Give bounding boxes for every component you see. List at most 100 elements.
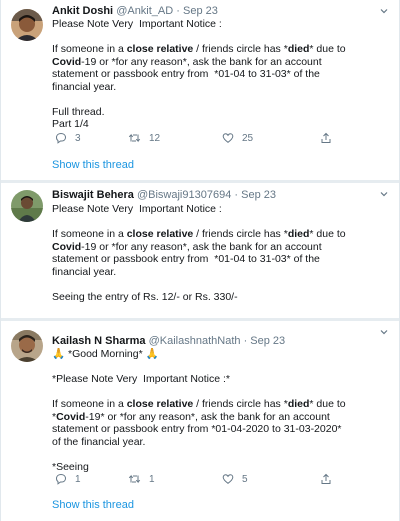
reply-count: 3 [75,132,81,144]
text-segment: -19 or *for any reason*, ask the bank fo… [81,55,322,68]
text-line: statement or passbook entry from *01-04 … [52,253,320,265]
text-line: *Covid-19* or *for any reason*, ask the … [52,411,391,424]
tweet-actions: 3 12 25 [55,131,359,145]
text-line: 🙏 *Good Morning* 🙏 [52,348,159,360]
share-icon [321,473,331,484]
retweet-button[interactable]: 1 [128,472,155,486]
bold-text: Covid [52,55,82,68]
text-line: Please Note Very Important Notice : [52,18,222,30]
reply-icon [55,473,67,485]
bold-text: Covid [52,240,82,253]
text-line: Covid-19 or *for any reason*, ask the ba… [52,56,391,69]
text-line: If someone in a close relative / friends… [52,228,391,241]
retweet-icon [128,474,141,484]
text-line: Covid-19 or *for any reason*, ask the ba… [52,241,391,254]
tweet-text: Please Note Very Important Notice : If so… [52,203,391,303]
timeline: Ankit Doshi @Ankit_AD · Sep 23 Please No… [1,0,399,521]
tweet-header: Kailash N Sharma @KailashnathNath · Sep … [52,335,373,348]
tweet-date[interactable]: Sep 23 [241,189,276,201]
bold-text: close relative [126,398,194,410]
text-segment: If someone in a [52,228,127,240]
bold-text: close relative [126,228,194,240]
tweet-text: 🙏 *Good Morning* 🙏 *Please Note Very Impo… [52,348,391,473]
text-segment: * due to [309,398,346,410]
text-line: If someone in a close relative / friends… [52,43,391,56]
reply-count: 1 [75,473,81,485]
tweet-header: Ankit Doshi @Ankit_AD · Sep 23 [52,5,373,18]
bold-text: Covid [56,410,86,423]
tweet-date[interactable]: Sep 23 [250,335,285,347]
separator-dot: · [234,189,239,201]
author-handle[interactable]: @Ankit_AD [116,5,173,17]
share-button[interactable] [320,131,332,145]
tweet-actions: 1 1 5 [55,472,359,486]
heart-icon [222,133,234,143]
show-thread-link[interactable]: Show this thread [52,159,134,171]
heart-icon [222,474,234,484]
avatar[interactable] [11,9,43,41]
text-line: Please Note Very Important Notice : [52,203,222,215]
avatar[interactable] [11,330,43,362]
author-name[interactable]: Kailash N Sharma [52,335,146,347]
text-segment: / friends circle has * [193,43,288,55]
text-segment: If someone in a [52,398,127,410]
like-count: 25 [242,132,254,144]
text-line: statement or passbook entry from *01-04 … [52,68,320,80]
tweet-text: Please Note Very Important Notice : If so… [52,18,391,131]
text-line: If someone in a close relative / friends… [52,398,391,411]
author-name[interactable]: Biswajit Behera [52,189,134,201]
reply-button[interactable]: 3 [55,131,81,145]
tweet-date[interactable]: Sep 23 [183,5,218,17]
tweet[interactable]: Biswajit Behera @Biswaji91307694 · Sep 2… [1,183,399,318]
text-line: statement or passbook entry from *01-04-… [52,423,342,435]
text-line: of the financial year. [52,435,146,448]
reply-button[interactable]: 1 [55,472,81,486]
text-segment: / friends circle has * [193,228,288,240]
text-line: Full thread. [52,105,105,118]
text-segment: * due to [309,43,346,55]
like-count: 5 [242,473,248,485]
retweet-count: 12 [149,132,161,144]
text-line: financial year. [52,80,117,93]
like-button[interactable]: 5 [222,472,248,486]
text-line: *Please Note Very Important Notice :* [52,373,231,385]
separator-dot: · [243,335,248,347]
text-line: Part 1/4 [52,118,89,130]
chevron-down-icon[interactable] [379,327,389,337]
share-icon [321,132,331,143]
chevron-down-icon[interactable] [379,189,389,199]
text-segment: -19* or *for any reason*, ask the bank f… [85,410,330,423]
separator-dot: · [176,5,180,17]
tweet[interactable]: Ankit Doshi @Ankit_AD · Sep 23 Please No… [1,0,399,180]
author-name[interactable]: Ankit Doshi [52,5,113,17]
text-line: financial year. [52,265,117,278]
bold-text: died [287,228,310,240]
text-line: Seeing the entry of Rs. 12/- or Rs. 330/… [52,290,238,303]
like-button[interactable]: 25 [222,131,253,145]
bold-text: died [287,43,310,55]
text-segment: * due to [309,228,346,240]
author-handle[interactable]: @KailashnathNath [149,335,241,347]
text-segment: -19 or *for any reason*, ask the bank fo… [81,240,322,253]
retweet-button[interactable]: 12 [128,131,160,145]
retweet-icon [128,133,141,143]
retweet-count: 1 [149,473,155,485]
text-segment: If someone in a [52,43,127,55]
author-handle[interactable]: @Biswaji91307694 [137,189,231,201]
chevron-down-icon[interactable] [379,6,389,16]
show-thread-link[interactable]: Show this thread [52,499,134,511]
tweet-header: Biswajit Behera @Biswaji91307694 · Sep 2… [52,189,373,202]
text-segment: / friends circle has * [193,398,288,410]
share-button[interactable] [320,472,332,486]
bold-text: close relative [126,43,194,55]
avatar[interactable] [11,190,43,222]
bold-text: died [287,398,310,410]
tweet[interactable]: Kailash N Sharma @KailashnathNath · Sep … [1,321,399,521]
reply-icon [55,132,67,144]
